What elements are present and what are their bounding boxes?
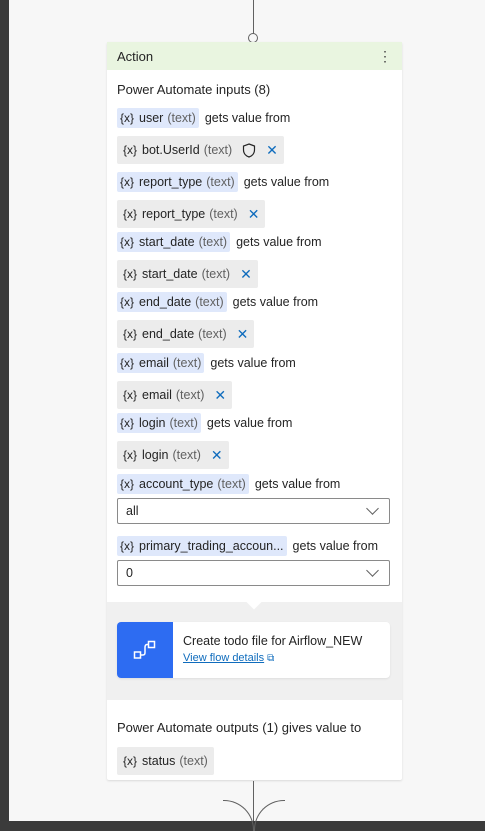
value-variable-chip[interactable]: {x} report_type (text) ✕ (117, 200, 266, 228)
variable-icon: {x} (123, 143, 138, 157)
input-mapping-row: {x} end_date (text) gets value from (117, 292, 318, 312)
view-flow-details-link[interactable]: View flow details (183, 652, 264, 664)
flow-title: Create todo file for Airflow_NEW (183, 634, 363, 648)
gets-value-from-label: gets value from (204, 111, 291, 125)
input-mapping-row: {x} account_type (text) gets value from (117, 474, 340, 494)
connector-branch-left (223, 800, 254, 831)
input-value-row: {x} report_type (text) ✕ (117, 200, 266, 228)
authoring-canvas: Action ⋮ Power Automate inputs (8) {x} u… (9, 0, 485, 831)
dropdown-selected-value: 0 (126, 566, 133, 580)
output-row: {x} status (text) (117, 747, 214, 775)
input-value-row: {x} start_date (text) ✕ (117, 260, 258, 288)
value-variable-chip[interactable]: {x} end_date (text) ✕ (117, 320, 255, 348)
variable-icon: {x} (123, 327, 138, 341)
chevron-down-icon (366, 502, 379, 515)
value-variable-chip[interactable]: {x} login (text) ✕ (117, 441, 229, 469)
value-variable-chip[interactable]: {x} bot.UserId (text) ✕ (117, 136, 284, 164)
action-node-card[interactable]: Action ⋮ Power Automate inputs (8) {x} u… (107, 42, 402, 780)
shield-icon (242, 142, 256, 158)
account-type-dropdown[interactable]: all (117, 498, 390, 524)
variable-icon: {x} (120, 295, 135, 309)
input-value-row: {x} email (text) ✕ (117, 381, 233, 409)
variable-icon: {x} (123, 267, 138, 281)
variable-icon: {x} (120, 111, 135, 125)
variable-icon: {x} (123, 448, 138, 462)
card-title: Action (117, 48, 154, 64)
input-variable-chip[interactable]: {x} primary_trading_accoun... (117, 536, 287, 556)
input-value-row: {x} login (text) ✕ (117, 441, 229, 469)
connector-branch-right (254, 800, 285, 831)
connector-line-top (253, 0, 254, 36)
flow-text: Create todo file for Airflow_NEW View fl… (183, 634, 362, 666)
input-variable-chip[interactable]: {x} report_type (text) (117, 172, 238, 192)
variable-icon: {x} (123, 207, 138, 221)
gets-value-from-label: gets value from (236, 235, 322, 249)
flow-notch (245, 592, 263, 610)
gets-value-from-label: gets value from (210, 356, 296, 370)
close-icon[interactable]: ✕ (248, 206, 260, 223)
variable-icon: {x} (123, 388, 138, 402)
input-mapping-row: {x} report_type (text) gets value from (117, 172, 329, 192)
variable-icon: {x} (120, 235, 135, 249)
close-icon[interactable]: ✕ (214, 387, 226, 404)
variable-icon: {x} (120, 416, 135, 430)
gets-value-from-label: gets value from (292, 539, 379, 553)
flow-card[interactable]: Create todo file for Airflow_NEW View fl… (117, 622, 390, 678)
input-variable-chip[interactable]: {x} start_date (text) (117, 232, 231, 252)
input-mapping-row: {x} login (text) gets value from (117, 413, 292, 433)
variable-icon: {x} (120, 539, 135, 553)
chevron-down-icon (366, 564, 379, 577)
variable-icon: {x} (123, 754, 138, 768)
variable-icon: {x} (120, 356, 135, 370)
more-vertical-icon[interactable]: ⋮ (378, 49, 392, 63)
input-variable-chip[interactable]: {x} user (text) (117, 108, 199, 128)
gets-value-from-label: gets value from (206, 416, 293, 430)
input-mapping-row: {x} start_date (text) gets value from (117, 232, 322, 252)
close-icon[interactable]: ✕ (266, 142, 278, 159)
input-mapping-row: {x} user (text) gets value from (117, 108, 290, 128)
open-external-icon[interactable]: ⧉ (267, 653, 274, 664)
connector-line-bottom (253, 781, 254, 821)
input-mapping-row: {x} email (text) gets value from (117, 353, 296, 373)
input-variable-chip[interactable]: {x} login (text) (117, 413, 201, 433)
dropdown-selected-value: all (126, 504, 139, 518)
value-variable-chip[interactable]: {x} start_date (text) ✕ (117, 260, 258, 288)
outputs-section-title: Power Automate outputs (1) gives value t… (117, 720, 362, 735)
flow-icon (117, 622, 173, 678)
gets-value-from-label: gets value from (232, 295, 319, 309)
flow-reference-area: Create todo file for Airflow_NEW View fl… (107, 592, 402, 700)
primary-trading-account-dropdown[interactable]: 0 (117, 560, 390, 586)
input-variable-chip[interactable]: {x} email (text) (117, 353, 205, 373)
card-header: Action ⋮ (107, 42, 402, 70)
gets-value-from-label: gets value from (243, 175, 330, 189)
value-variable-chip[interactable]: {x} email (text) ✕ (117, 381, 233, 409)
input-variable-chip[interactable]: {x} end_date (text) (117, 292, 227, 312)
close-icon[interactable]: ✕ (237, 326, 249, 343)
input-mapping-row: {x} primary_trading_accoun... gets value… (117, 536, 378, 556)
close-icon[interactable]: ✕ (240, 266, 252, 283)
output-variable-chip[interactable]: {x} status (text) (117, 747, 214, 775)
inputs-section-title: Power Automate inputs (8) (117, 82, 271, 97)
variable-icon: {x} (120, 175, 135, 189)
input-value-row: {x} end_date (text) ✕ (117, 320, 255, 348)
close-icon[interactable]: ✕ (211, 447, 223, 464)
input-value-row: {x} bot.UserId (text) ✕ (117, 136, 284, 164)
variable-icon: {x} (120, 477, 135, 491)
gets-value-from-label: gets value from (254, 477, 341, 491)
input-variable-chip[interactable]: {x} account_type (text) (117, 474, 249, 494)
